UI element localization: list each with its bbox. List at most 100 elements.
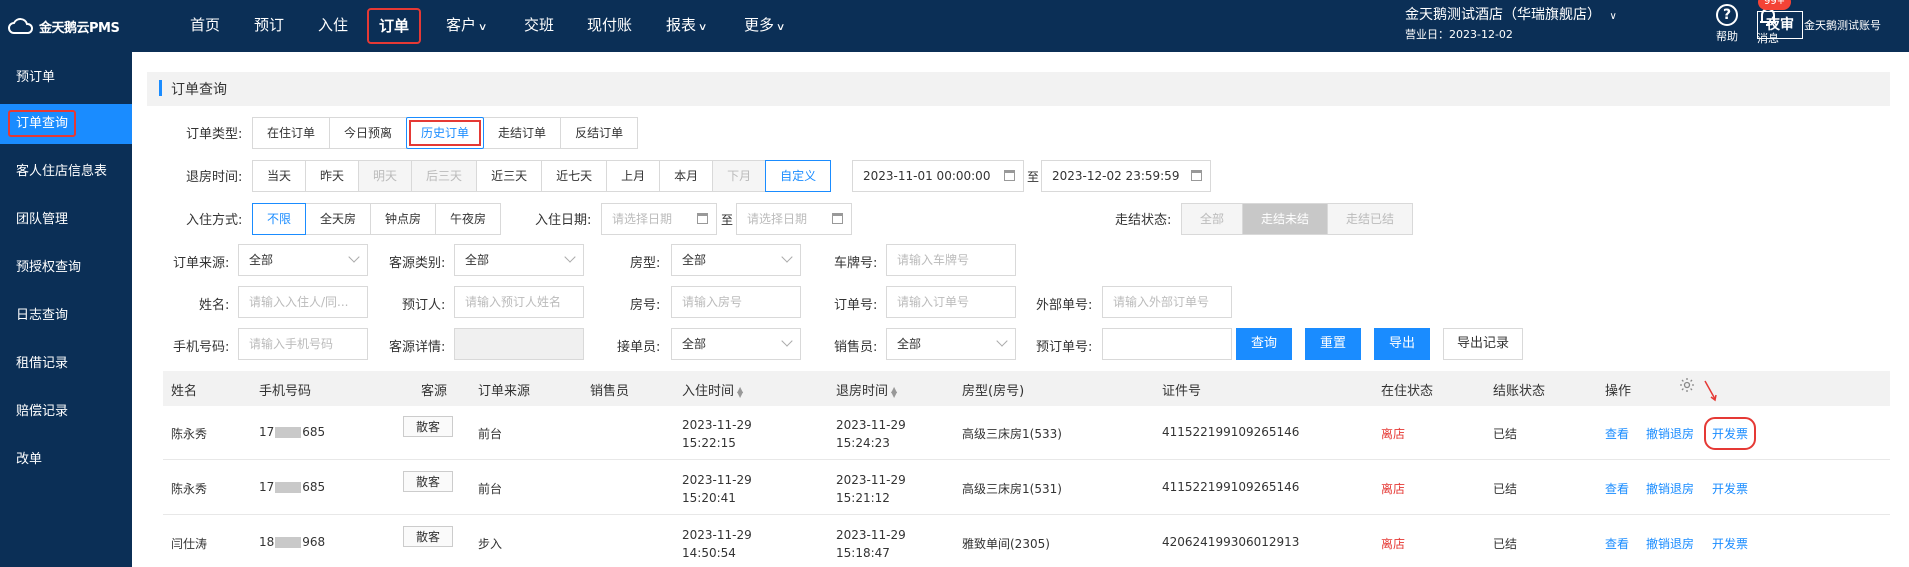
cell-phone: 17 685 [259, 425, 325, 439]
issue-invoice-link[interactable]: 开发票 [1703, 417, 1757, 450]
nav-shift[interactable]: 交班 [524, 0, 554, 52]
checkout-today[interactable]: 当天 [252, 160, 307, 192]
nav-orders[interactable]: 订单 [367, 8, 422, 44]
chevron-down-icon [564, 251, 576, 263]
checkout-next-three-days[interactable]: 后三天 [411, 160, 478, 192]
booking-no-input[interactable] [1102, 328, 1232, 360]
undo-checkout-link[interactable]: 撤销退房 [1646, 480, 1694, 497]
room-type-select[interactable]: 全部 [671, 244, 801, 276]
checkout-yesterday[interactable]: 昨天 [305, 160, 360, 192]
cell-id-no: 411522199109265146 [1162, 425, 1300, 439]
sidebar-item-group-management[interactable]: 团队管理 [0, 200, 132, 240]
issue-invoice-link[interactable]: 开发票 [1712, 535, 1748, 552]
order-source-select[interactable]: 全部 [238, 244, 368, 276]
checkout-end-datetime[interactable]: 2023-12-02 23:59:59 [1041, 160, 1211, 192]
cell-bill-status: 已结 [1493, 537, 1518, 551]
settle-status-all[interactable]: 全部 [1181, 203, 1244, 235]
checkin-date-start[interactable]: 请选择日期 [601, 203, 717, 235]
messages-button[interactable]: 消息 [1752, 4, 1784, 46]
plate-input[interactable]: 请输入车牌号 [886, 244, 1016, 276]
checkin-mode-label: 入住方式: [186, 213, 243, 228]
nav-home[interactable]: 首页 [190, 0, 220, 52]
settle-status-selector: 全部 走结未结 走结已结 [1181, 203, 1414, 235]
col-checkin-time[interactable]: 入住时间 ▲ ▼ [682, 380, 743, 399]
order-type-walk-settle[interactable]: 走结订单 [483, 117, 562, 149]
view-link[interactable]: 查看 [1605, 535, 1629, 552]
col-checkout-label: 退房时间 [836, 384, 889, 399]
table-row: 闫仕涛 18 968 散客 步入 2023-11-29 14:50:54 2023-… [163, 516, 1890, 567]
checkout-last-three-days[interactable]: 近三天 [476, 160, 543, 192]
guest-detail-input[interactable] [454, 328, 584, 360]
order-type-history[interactable]: 历史订单 [406, 117, 485, 149]
sidebar-item-guest-stay-info[interactable]: 客人住店信息表 [0, 152, 132, 192]
sidebar-item-rental-records[interactable]: 租借记录 [0, 344, 132, 384]
order-type-reverse-settle[interactable]: 反结订单 [560, 117, 639, 149]
order-no-placeholder: 请输入订单号 [897, 295, 970, 309]
sidebar-item-preauth-query[interactable]: 预授权查询 [0, 248, 132, 288]
checkout-this-month[interactable]: 本月 [659, 160, 714, 192]
view-link[interactable]: 查看 [1605, 425, 1629, 442]
checkin-mode-any[interactable]: 不限 [252, 203, 307, 235]
account-menu[interactable]: 金天鹅测试账号 [1804, 17, 1881, 33]
business-day: 营业日：2023-12-02 [1405, 28, 1513, 41]
checkout-start-datetime[interactable]: 2023-11-01 00:00:00 [852, 160, 1024, 192]
external-no-input[interactable]: 请输入外部订单号 [1102, 286, 1232, 318]
view-link[interactable]: 查看 [1605, 480, 1629, 497]
query-button[interactable]: 查询 [1236, 328, 1292, 360]
checkout-time-selector: 当天 昨天 明天 后三天 近三天 近七天 上月 本月 下月 自定义 [252, 160, 832, 192]
sidebar-item-log-query[interactable]: 日志查询 [0, 296, 132, 336]
booker-input[interactable]: 请输入预订人姓名 [454, 286, 584, 318]
cell-room: 高级三床房1(533) [962, 427, 1062, 441]
page-title: 订单查询 [171, 82, 227, 98]
cell-bill-status: 已结 [1493, 427, 1518, 441]
nav-more[interactable]: 更多 ∨ [744, 0, 785, 52]
export-button[interactable]: 导出 [1374, 328, 1430, 360]
order-type-in-house[interactable]: 在住订单 [252, 117, 331, 149]
undo-checkout-link[interactable]: 撤销退房 [1646, 425, 1694, 442]
checkin-date-end[interactable]: 请选择日期 [736, 203, 852, 235]
salesperson-select[interactable]: 全部 [886, 328, 1016, 360]
chevron-down-icon [781, 251, 793, 263]
sidebar-item-compensation-records[interactable]: 赔偿记录 [0, 392, 132, 432]
checkin-date-label: 入住日期: [535, 213, 592, 228]
settle-status-unsettled[interactable]: 走结未结 [1242, 203, 1329, 235]
nav-reports[interactable]: 报表 ∨ [666, 0, 707, 52]
hotel-switcher[interactable]: 金天鹅测试酒店（华瑞旗舰店） ∨ 营业日：2023-12-02 [1405, 6, 1617, 44]
nav-customers[interactable]: 客户 ∨ [446, 0, 487, 52]
nav-cash-account[interactable]: 现付账 [587, 0, 632, 52]
order-type-due-out-today[interactable]: 今日预离 [329, 117, 408, 149]
help-button[interactable]: ? 帮助 [1711, 4, 1743, 44]
checkin-mode-midnight[interactable]: 午夜房 [435, 203, 502, 235]
sidebar-item-bookings[interactable]: 预订单 [0, 58, 132, 98]
issue-invoice-link[interactable]: 开发票 [1712, 480, 1748, 497]
receptionist-select[interactable]: 全部 [671, 328, 801, 360]
room-no-input[interactable]: 请输入房号 [671, 286, 801, 318]
checkin-mode-hourly[interactable]: 钟点房 [370, 203, 437, 235]
calendar-icon [1004, 170, 1015, 181]
export-log-button[interactable]: 导出记录 [1443, 328, 1523, 360]
undo-checkout-link[interactable]: 撤销退房 [1646, 535, 1694, 552]
checkout-range-separator: 至 [1027, 170, 1040, 184]
sidebar-item-modify-order[interactable]: 改单 [0, 440, 132, 480]
table-settings-button[interactable] [1679, 377, 1695, 397]
checkout-last-month[interactable]: 上月 [606, 160, 661, 192]
sidebar-item-order-query[interactable]: 订单查询 [0, 104, 132, 144]
settle-status-settled[interactable]: 走结已结 [1327, 203, 1414, 235]
app-logo[interactable]: 金天鹅云PMS [8, 14, 120, 38]
cell-stay-status: 离店 [1381, 482, 1406, 496]
nav-booking[interactable]: 预订 [254, 0, 284, 52]
nav-checkin[interactable]: 入住 [318, 0, 348, 52]
name-input[interactable]: 请输入入住人/同... [238, 286, 368, 318]
checkout-last-seven-days[interactable]: 近七天 [541, 160, 608, 192]
checkout-next-month[interactable]: 下月 [712, 160, 767, 192]
guest-category-select[interactable]: 全部 [454, 244, 584, 276]
checkout-custom[interactable]: 自定义 [765, 160, 832, 192]
cell-room: 高级三床房1(531) [962, 482, 1062, 496]
message-count-badge: 99+ [1758, 0, 1792, 10]
reset-button[interactable]: 重置 [1305, 328, 1361, 360]
phone-input[interactable]: 请输入手机号码 [238, 328, 368, 360]
checkin-mode-full-day[interactable]: 全天房 [305, 203, 372, 235]
col-checkout-time[interactable]: 退房时间 ▲ ▼ [836, 380, 897, 399]
order-no-input[interactable]: 请输入订单号 [886, 286, 1016, 318]
checkout-tomorrow[interactable]: 明天 [358, 160, 413, 192]
